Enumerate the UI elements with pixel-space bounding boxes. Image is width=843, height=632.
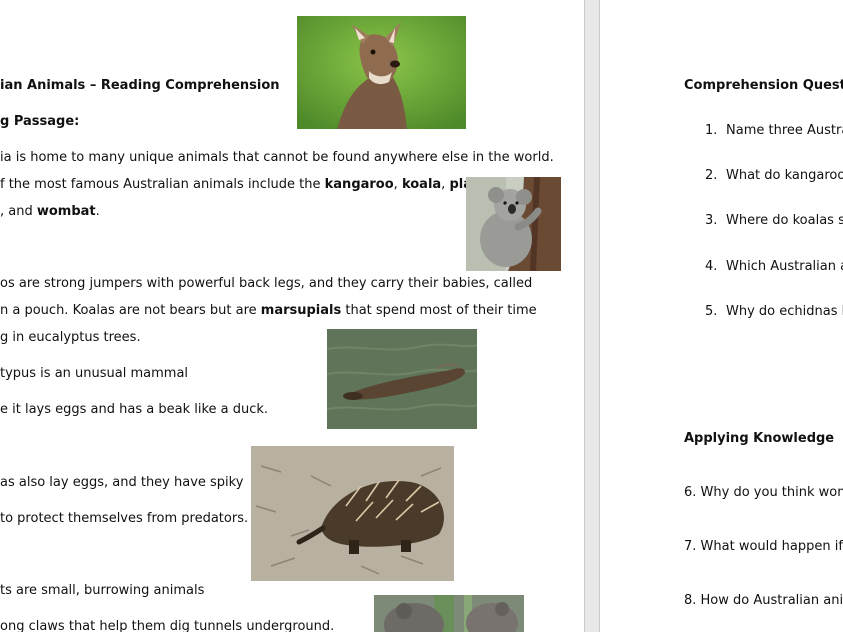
passage-line: ong claws that help them dig tunnels und… (0, 619, 335, 632)
passage-line: , and wombat. (0, 204, 100, 220)
passage-line: ts are small, burrowing animals (0, 583, 205, 598)
question-text: Why do echidnas ho (726, 304, 843, 319)
question-number: 3. (705, 213, 718, 228)
text-run: f the most famous Australian animals inc… (0, 177, 325, 192)
question-number: 4. (705, 259, 718, 274)
page-title: ian Animals – Reading Comprehension (0, 78, 280, 93)
text-run-wombat: wombat (36, 204, 96, 219)
wombat-photo (374, 595, 524, 632)
applying-heading: Applying Knowledge (684, 431, 835, 446)
passage-line: ia is home to many unique animals that c… (0, 150, 554, 165)
text-run-koala: koala (401, 177, 442, 192)
platypus-photo (327, 329, 477, 429)
passage-line: g in eucalyptus trees. (0, 330, 141, 345)
text-run: . (95, 204, 100, 219)
passage-line: n a pouch. Koalas are not bears but are … (0, 303, 537, 319)
section-heading: g Passage: (0, 114, 80, 129)
text-run: that spend most of their time (341, 303, 537, 318)
question-text: Which Australian a (726, 259, 843, 274)
document-page-right: Comprehension Questions: 1. Name three A… (600, 0, 843, 632)
text-run: , (393, 177, 402, 192)
passage-line: typus is an unusual mammal (0, 366, 189, 381)
question-number: 2. (705, 168, 718, 183)
text-run-marsupials: marsupials (260, 303, 342, 318)
question-text: Name three Austra (726, 123, 843, 138)
questions-heading: Comprehension Questions: (684, 78, 843, 93)
passage-line: e it lays eggs and has a beak like a duc… (0, 402, 269, 417)
question-text: Where do koalas sp (726, 213, 843, 228)
text-run-kangaroo: kangaroo (324, 177, 394, 192)
passage-line: as also lay eggs, and they have spiky (0, 475, 244, 490)
passage-line: f the most famous Australian animals inc… (0, 177, 517, 193)
question-number: 5. (705, 304, 718, 319)
passage-line: to protect themselves from predators. (0, 511, 249, 526)
question-text: What do kangaroos (726, 168, 843, 183)
question-number: 1. (705, 123, 718, 138)
page-gutter (584, 0, 600, 632)
kangaroo-photo (297, 16, 466, 129)
text-run: n a pouch. Koalas are not bears but are (0, 303, 261, 318)
text-run: , and (0, 204, 37, 219)
applying-question: 6. Why do you think wombo (684, 485, 843, 500)
passage-line: os are strong jumpers with powerful back… (0, 276, 533, 291)
document-page-left: ian Animals – Reading Comprehension g Pa… (0, 0, 584, 632)
applying-question: 7. What would happen if eu (684, 539, 843, 554)
koala-photo (466, 177, 561, 271)
echidna-photo (251, 446, 454, 581)
applying-question: 8. How do Australian anima (684, 593, 843, 608)
